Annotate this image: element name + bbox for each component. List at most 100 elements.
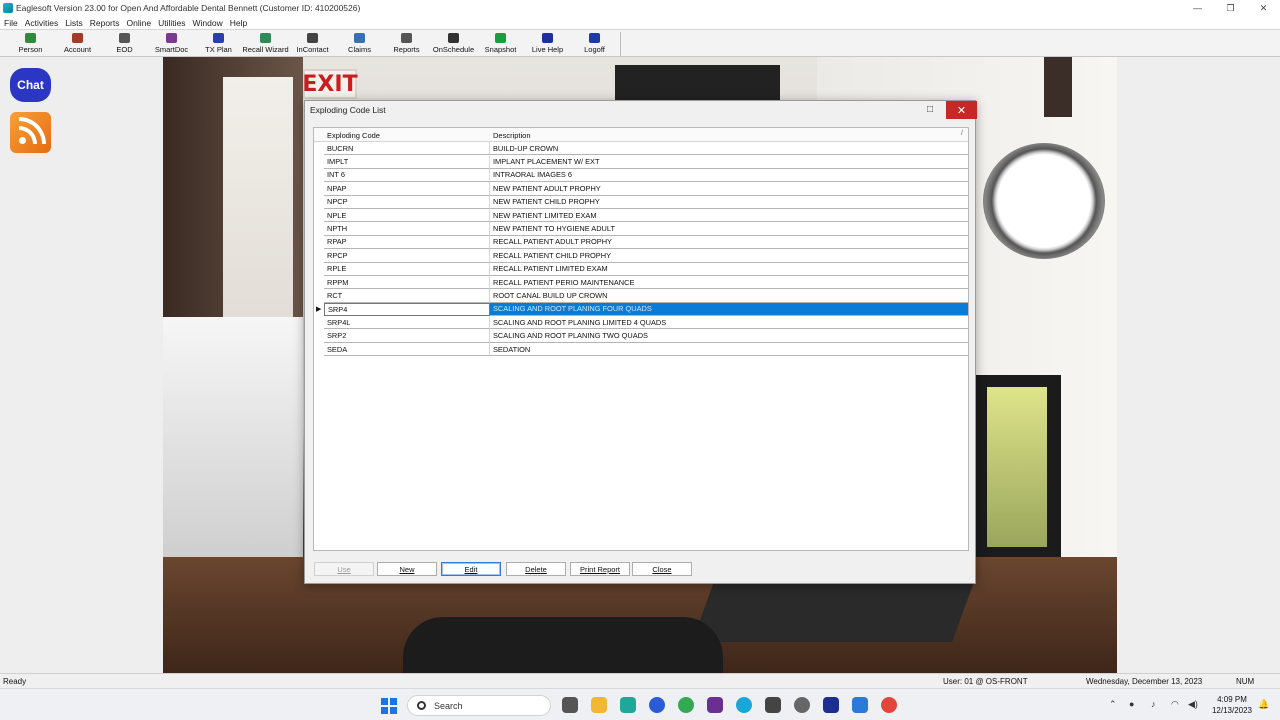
cell-description[interactable]: NEW PATIENT ADULT PROPHY <box>490 182 968 196</box>
download-icon[interactable] <box>852 697 868 713</box>
cell-code[interactable]: RPAP <box>324 235 490 250</box>
toolbar-onschedule-button[interactable]: OnSchedule <box>430 30 477 57</box>
print-report-button[interactable]: Print Report <box>570 562 630 576</box>
table-row[interactable]: NPCP NEW PATIENT CHILD PROPHY <box>314 195 968 209</box>
table-row[interactable]: SEDA SEDATION <box>314 342 968 357</box>
toolbar-snapshot-button[interactable]: Snapshot <box>477 30 524 57</box>
cell-description[interactable]: SCALING AND ROOT PLANING TWO QUADS <box>490 329 968 343</box>
table-row-selected[interactable]: ▶ SRP4 SCALING AND ROOT PLANING FOUR QUADS <box>314 302 968 317</box>
cell-code[interactable]: SEDA <box>324 342 490 357</box>
toolbar-logoff-button[interactable]: Logoff <box>571 30 618 57</box>
new-button[interactable]: New <box>377 562 437 576</box>
chrome-profile-icon[interactable] <box>881 697 897 713</box>
wifi-icon[interactable]: ◠ <box>1171 699 1179 710</box>
cell-code[interactable]: NPLE <box>324 208 490 223</box>
task-view-icon[interactable] <box>562 697 578 713</box>
cell-description[interactable]: RECALL PATIENT CHILD PROPHY <box>490 249 968 263</box>
toolbar-person-button[interactable]: Person <box>7 30 54 57</box>
menu-window[interactable]: Window <box>192 18 222 28</box>
cell-code[interactable]: RPCP <box>324 249 490 263</box>
chat-button[interactable]: Chat <box>10 68 51 102</box>
table-row[interactable]: RPAP RECALL PATIENT ADULT PROPHY <box>314 235 968 250</box>
table-row[interactable]: RPCP RECALL PATIENT CHILD PROPHY <box>314 249 968 263</box>
table-row[interactable]: INT 6 INTRAORAL IMAGES 6 <box>314 168 968 183</box>
cell-code[interactable]: BUCRN <box>324 142 490 156</box>
restore-button[interactable]: ❐ <box>1214 0 1247 16</box>
menu-lists[interactable]: Lists <box>65 18 82 28</box>
cell-description[interactable]: NEW PATIENT TO HYGIENE ADULT <box>490 222 968 236</box>
app-cyan-icon[interactable] <box>736 697 752 713</box>
toolbar-eod-button[interactable]: EOD <box>101 30 148 57</box>
cell-code[interactable]: RCT <box>324 289 490 303</box>
notification-bell-icon[interactable]: 🔔 <box>1258 699 1269 710</box>
cell-description[interactable]: RECALL PATIENT ADULT PROPHY <box>490 236 968 250</box>
app-monitor-icon[interactable] <box>823 697 839 713</box>
minimize-button[interactable]: — <box>1181 0 1214 16</box>
menu-reports[interactable]: Reports <box>90 18 120 28</box>
menu-file[interactable]: File <box>4 18 18 28</box>
cell-description[interactable]: SEDATION <box>490 343 968 357</box>
rss-feed-icon[interactable] <box>10 112 51 153</box>
cell-description[interactable]: RECALL PATIENT LIMITED EXAM <box>490 263 968 276</box>
dialog-maximize-button[interactable]: □ <box>925 104 935 115</box>
microphone-icon[interactable]: ♪ <box>1151 699 1156 709</box>
toolbar-txplan-button[interactable]: TX Plan <box>195 30 242 57</box>
cell-description[interactable]: SCALING AND ROOT PLANING LIMITED 4 QUADS <box>490 316 968 330</box>
chrome-icon[interactable] <box>678 697 694 713</box>
exploding-code-grid[interactable]: Exploding Code Description / BUCRN BUILD-… <box>313 127 969 551</box>
cell-code[interactable]: NPAP <box>324 182 490 196</box>
cell-code[interactable]: RPLE <box>324 262 490 276</box>
cell-description[interactable]: NEW PATIENT LIMITED EXAM <box>490 209 968 223</box>
table-row[interactable]: RPPM RECALL PATIENT PERIO MAINTENANCE <box>314 275 968 290</box>
app-purple-icon[interactable] <box>707 697 723 713</box>
cell-code[interactable]: IMPLT <box>324 155 490 169</box>
cell-description[interactable]: RECALL PATIENT PERIO MAINTENANCE <box>490 276 968 290</box>
table-row[interactable]: RPLE RECALL PATIENT LIMITED EXAM <box>314 262 968 276</box>
toolbar-smartdoc-button[interactable]: SmartDoc <box>148 30 195 57</box>
delete-button[interactable]: Delete <box>506 562 566 576</box>
cell-description[interactable]: SCALING AND ROOT PLANING FOUR QUADS <box>490 302 968 317</box>
table-row[interactable]: RCT ROOT CANAL BUILD UP CROWN <box>314 289 968 303</box>
app-gear-icon[interactable] <box>794 697 810 713</box>
table-row[interactable]: SRP4L SCALING AND ROOT PLANING LIMITED 4 … <box>314 316 968 330</box>
cell-code[interactable]: RPPM <box>324 275 490 290</box>
edit-button[interactable]: Edit <box>441 562 501 576</box>
cell-code[interactable]: SRP4 <box>324 302 490 317</box>
cell-description[interactable]: IMPLANT PLACEMENT W/ EXT <box>490 155 968 169</box>
menu-utilities[interactable]: Utilities <box>158 18 185 28</box>
toolbar-reports-button[interactable]: Reports <box>383 30 430 57</box>
taskbar-search-box[interactable]: Search <box>407 695 551 716</box>
column-header-description[interactable]: Description <box>493 128 959 142</box>
table-row[interactable]: SRP2 SCALING AND ROOT PLANING TWO QUADS <box>314 329 968 343</box>
file-explorer-icon[interactable] <box>591 697 607 713</box>
toolbar-incontact-button[interactable]: InContact <box>289 30 336 57</box>
taskbar-clock[interactable]: 4:09 PM 12/13/2023 <box>1208 694 1256 716</box>
toolbar-account-button[interactable]: Account <box>54 30 101 57</box>
menu-help[interactable]: Help <box>230 18 247 28</box>
dialog-close-button[interactable]: ✕ <box>946 101 977 119</box>
toolbar-recall-wizard-button[interactable]: Recall Wizard <box>242 30 289 57</box>
windows-start-icon[interactable] <box>381 698 397 714</box>
cell-code[interactable]: NPCP <box>324 195 490 209</box>
menu-activities[interactable]: Activities <box>25 18 59 28</box>
tray-app-icon[interactable]: ● <box>1129 699 1134 709</box>
speaker-icon[interactable]: ◀) <box>1188 699 1198 710</box>
cell-description[interactable]: BUILD-UP CROWN <box>490 142 968 156</box>
menu-online[interactable]: Online <box>127 18 152 28</box>
close-window-button[interactable]: ✕ <box>1247 0 1280 16</box>
app-circle-icon[interactable] <box>649 697 665 713</box>
cell-code[interactable]: SRP4L <box>324 316 490 330</box>
cell-code[interactable]: SRP2 <box>324 329 490 343</box>
close-button[interactable]: Close <box>632 562 692 576</box>
chevron-up-icon[interactable]: ⌃ <box>1109 699 1117 710</box>
app-card-icon[interactable] <box>765 697 781 713</box>
table-row[interactable]: BUCRN BUILD-UP CROWN <box>314 142 968 156</box>
table-row[interactable]: NPTH NEW PATIENT TO HYGIENE ADULT <box>314 222 968 236</box>
table-row[interactable]: NPAP NEW PATIENT ADULT PROPHY <box>314 182 968 196</box>
cell-description[interactable]: ROOT CANAL BUILD UP CROWN <box>490 289 968 303</box>
cell-description[interactable]: NEW PATIENT CHILD PROPHY <box>490 196 968 209</box>
eaglesoft-taskbar-icon[interactable] <box>620 697 636 713</box>
cell-code[interactable]: INT 6 <box>324 168 490 183</box>
column-header-exploding-code[interactable]: Exploding Code <box>327 128 493 142</box>
cell-code[interactable]: NPTH <box>324 222 490 236</box>
